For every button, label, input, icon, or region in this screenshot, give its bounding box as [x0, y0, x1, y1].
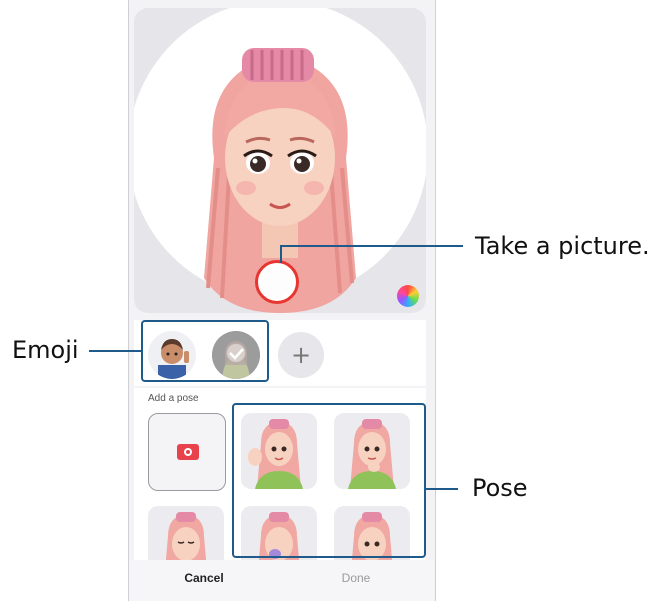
- shutter-inner: [262, 267, 292, 297]
- pose-callout-line: [426, 488, 458, 490]
- pose-highlight-frame: [232, 403, 426, 558]
- camera-icon: [177, 444, 199, 460]
- take-picture-callout-label: Take a picture.: [475, 232, 650, 260]
- emoji-callout-label: Emoji: [12, 336, 79, 364]
- emoji-highlight-frame: [141, 320, 269, 382]
- add-emoji-button[interactable]: +: [278, 332, 324, 378]
- picture-callout-vline: [280, 245, 282, 263]
- picture-callout-line: [280, 245, 463, 247]
- add-a-pose-label: Add a pose: [148, 393, 199, 404]
- color-palette-icon[interactable]: [397, 285, 419, 307]
- plus-icon: +: [290, 341, 312, 369]
- add-pose-button[interactable]: [148, 413, 226, 491]
- emoji-callout-line: [89, 350, 141, 352]
- done-button[interactable]: Done: [322, 571, 390, 585]
- pose-callout-label: Pose: [472, 474, 528, 502]
- cancel-button[interactable]: Cancel: [170, 571, 238, 585]
- take-picture-button[interactable]: [255, 260, 299, 304]
